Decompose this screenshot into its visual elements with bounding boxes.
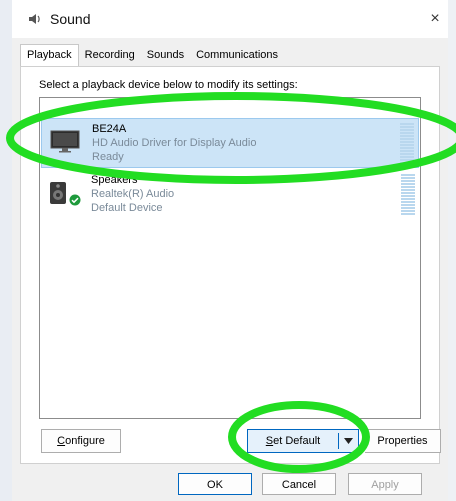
ok-button[interactable]: OK <box>178 473 252 495</box>
close-button[interactable]: × <box>422 6 448 32</box>
tab-playback[interactable]: Playback <box>20 44 79 67</box>
set-default-dropdown-button[interactable] <box>339 430 358 452</box>
title-bar: Sound × <box>12 0 448 38</box>
window-title: Sound <box>50 11 91 27</box>
background-right <box>448 0 456 501</box>
playback-panel: Select a playback device below to modify… <box>20 66 441 464</box>
device-status: Default Device <box>91 202 163 214</box>
volume-level-meter <box>400 123 414 165</box>
cancel-button[interactable]: Cancel <box>262 473 336 495</box>
properties-button[interactable]: Properties <box>365 429 441 453</box>
device-description: HD Audio Driver for Display Audio <box>92 137 257 149</box>
speaker-title-icon <box>28 12 42 26</box>
default-check-icon <box>69 194 81 209</box>
background-left <box>0 0 12 501</box>
device-list[interactable]: BE24A HD Audio Driver for Display Audio … <box>39 97 421 419</box>
device-description: Realtek(R) Audio <box>91 188 175 200</box>
sound-dialog: Sound × Playback Recording Sounds Commun… <box>12 0 448 501</box>
tab-sounds[interactable]: Sounds <box>141 46 190 66</box>
device-name: BE24A <box>92 123 127 135</box>
device-row-be24a[interactable]: BE24A HD Audio Driver for Display Audio … <box>41 118 419 168</box>
device-status: Ready <box>92 151 124 163</box>
chevron-down-icon <box>344 438 353 444</box>
apply-button[interactable]: Apply <box>348 473 422 495</box>
monitor-icon <box>50 129 80 156</box>
tab-communications[interactable]: Communications <box>190 46 284 66</box>
close-icon: × <box>430 10 440 27</box>
tab-recording[interactable]: Recording <box>79 46 141 66</box>
set-default-split-button[interactable]: Set Default <box>247 429 359 453</box>
instruction-text: Select a playback device below to modify… <box>39 79 298 91</box>
device-name: Speakers <box>91 174 138 186</box>
set-default-button[interactable]: Set Default <box>248 430 338 452</box>
tab-bar: Playback Recording Sounds Communications <box>20 44 284 67</box>
configure-button[interactable]: Configure <box>41 429 121 453</box>
device-row-speakers[interactable]: Speakers Realtek(R) Audio Default Device <box>41 170 419 220</box>
volume-level-meter <box>401 174 415 216</box>
